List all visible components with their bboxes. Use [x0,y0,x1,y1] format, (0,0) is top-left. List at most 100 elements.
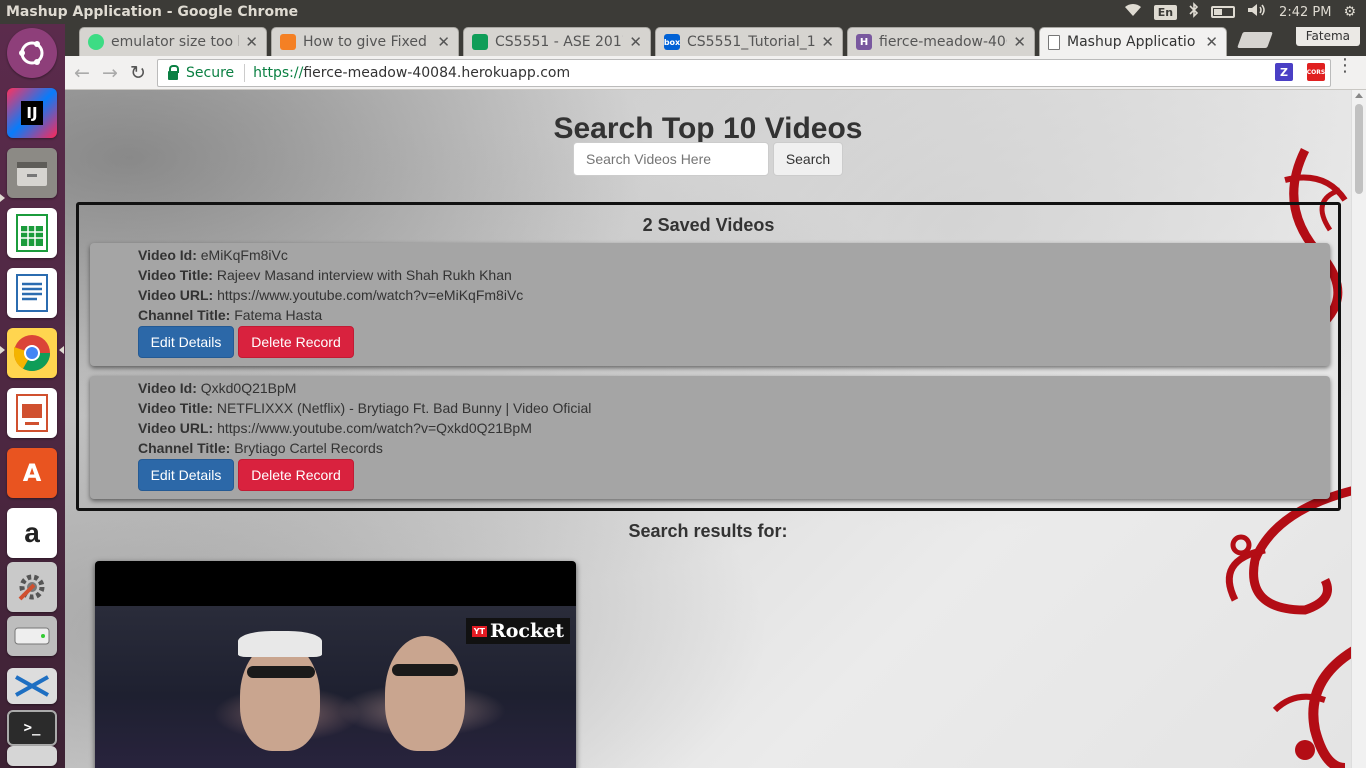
web-page: Search Top 10 Videos Search 2 Saved Vide… [65,90,1351,768]
video-thumbnail[interactable]: YT Rocket [95,606,576,768]
close-tab-icon[interactable]: ✕ [821,33,834,51]
channel-title-row: Channel Title: Fatema Hasta [138,307,323,323]
delete-record-button[interactable]: Delete Record [238,459,354,491]
unity-launcher: IJ A a >_ [0,24,65,768]
cors-extension-icon[interactable]: CORS [1307,63,1325,81]
tab-box[interactable]: box CS5551_Tutorial_10 ✕ [655,27,843,56]
yt-rocket-logo: YT Rocket [465,618,570,644]
close-tab-icon[interactable]: ✕ [1013,33,1026,51]
video-result-card[interactable]: YT Rocket [95,561,576,768]
amazon-icon[interactable]: a [7,508,57,558]
video-title-value: NETFLIXXX (Netflix) - Brytiago Ft. Bad B… [216,400,592,416]
stackoverflow-icon [280,34,296,50]
software-center-icon[interactable]: A [7,448,57,498]
terminal-icon[interactable]: >_ [7,710,57,746]
profile-button[interactable]: Fatema [1295,27,1360,46]
wifi-icon[interactable] [1124,3,1142,21]
edit-details-button[interactable]: Edit Details [138,459,234,491]
saved-videos-panel: 2 Saved Videos Video Id: eMiKqFm8iVc Vid… [76,202,1341,511]
os-top-panel: Mashup Application - Google Chrome En 2:… [0,0,1366,24]
workspace-switcher-icon[interactable] [7,668,57,704]
video-url-row: Video URL: https://www.youtube.com/watch… [138,420,532,436]
video-title-value: Rajeev Masand interview with Shah Rukh K… [216,267,512,283]
drive-icon[interactable] [7,616,57,656]
scroll-up-arrow-icon[interactable] [1355,93,1363,98]
video-id-value: Qxkd0Q21BpM [200,380,297,396]
browser-tab-strip: emulator size too b ✕ How to give Fixed … [65,24,1366,56]
tab-stackoverflow[interactable]: How to give Fixed v ✕ [271,27,459,56]
ubuntu-dash-icon[interactable] [7,28,57,78]
video-id-value: eMiKqFm8iVc [200,247,288,263]
new-tab-button[interactable] [1237,32,1273,48]
reload-icon[interactable]: ↻ [127,62,149,84]
saved-video-card: Video Id: Qxkd0Q21BpM Video Title: NETFL… [90,376,1330,499]
video-url-value: https://www.youtube.com/watch?v=eMiKqFm8… [217,287,524,303]
tab-heroku[interactable]: H fierce-meadow-400 ✕ [847,27,1035,56]
window-title: Mashup Application - Google Chrome [6,4,299,20]
video-title-row: Video Title: NETFLIXXX (Netflix) - Bryti… [138,400,592,416]
video-url-value: https://www.youtube.com/watch?v=Qxkd0Q21… [217,420,532,436]
page-scrollbar[interactable] [1351,90,1366,768]
search-input[interactable] [573,142,769,176]
omnibox-separator [244,64,246,82]
running-indicator [0,194,5,202]
trash-icon[interactable] [7,746,57,766]
forward-icon[interactable]: → [99,62,121,84]
browser-toolbar: ← → ↻ Secure https:// fierce-meadow-4008… [65,56,1366,90]
chrome-menu-icon[interactable]: ⋮ [1336,57,1354,75]
back-icon[interactable]: ← [71,62,93,84]
libreoffice-impress-icon[interactable] [7,388,57,438]
thumbnail-cap [238,631,322,657]
video-id-row: Video Id: Qxkd0Q21BpM [138,380,297,396]
video-id-row: Video Id: eMiKqFm8iVc [138,247,288,263]
page-title: Search Top 10 Videos [553,112,863,145]
video-url-row: Video URL: https://www.youtube.com/watch… [138,287,524,303]
delete-record-button[interactable]: Delete Record [238,326,354,358]
tab-emulator[interactable]: emulator size too b ✕ [79,27,267,56]
box-icon: box [664,34,680,50]
saved-videos-heading: 2 Saved Videos [642,215,775,235]
running-indicator [0,346,5,354]
scrollbar-thumb[interactable] [1355,104,1363,194]
secure-label: Secure [186,65,235,81]
session-gear-icon[interactable]: ⚙ [1343,4,1356,20]
chrome-icon[interactable] [7,328,57,378]
thumbnail-person-right [385,636,465,751]
channel-title-value: Fatema Hasta [234,307,323,323]
thumbnail-sunglasses [247,666,315,678]
google-sheets-icon [472,34,488,50]
saved-video-card: Video Id: eMiKqFm8iVc Video Title: Rajee… [90,243,1330,366]
bluetooth-icon[interactable] [1189,2,1199,22]
url-scheme: https:// [253,65,304,81]
video-title-row: Video Title: Rajeev Masand interview wit… [138,267,512,283]
lock-icon [168,64,179,80]
volume-icon[interactable] [1247,3,1267,21]
address-bar[interactable]: Secure https:// fierce-meadow-40084.hero… [157,59,1331,87]
files-icon[interactable] [7,148,57,198]
close-tab-icon[interactable]: ✕ [245,33,258,51]
thumbnail-person-left [240,641,320,751]
close-tab-icon[interactable]: ✕ [629,33,642,51]
libreoffice-calc-icon[interactable] [7,208,57,258]
zotero-extension-icon[interactable]: Z [1275,63,1293,81]
clock[interactable]: 2:42 PM [1279,5,1331,20]
focused-indicator [59,346,64,354]
channel-title-value: Brytiago Cartel Records [234,440,383,456]
search-results-heading: Search results for: [628,521,788,541]
tab-favicon-icon [88,34,104,50]
system-indicators: En 2:42 PM ⚙ [1124,2,1366,22]
intellij-icon[interactable]: IJ [7,88,57,138]
battery-icon[interactable] [1211,6,1236,18]
tab-mashup-active[interactable]: Mashup Applicatio ✕ [1039,27,1227,56]
channel-title-row: Channel Title: Brytiago Cartel Records [138,440,383,456]
edit-details-button[interactable]: Edit Details [138,326,234,358]
search-button[interactable]: Search [773,142,843,176]
page-icon [1048,34,1060,50]
system-settings-icon[interactable] [7,562,57,612]
url-host: fierce-meadow-40084.herokuapp.com [303,65,571,81]
close-tab-icon[interactable]: ✕ [1205,33,1218,51]
keyboard-layout-indicator[interactable]: En [1153,4,1178,20]
tab-sheets[interactable]: CS5551 - ASE 2017 F ✕ [463,27,651,56]
close-tab-icon[interactable]: ✕ [437,33,450,51]
libreoffice-writer-icon[interactable] [7,268,57,318]
